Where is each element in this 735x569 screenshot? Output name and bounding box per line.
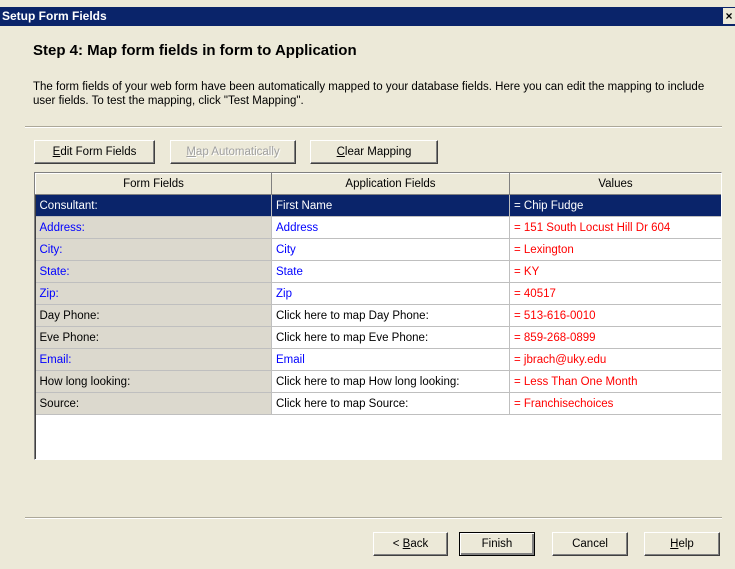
back-button[interactable]: < Back <box>373 532 448 556</box>
column-header-values[interactable]: Values <box>509 173 721 195</box>
help-button[interactable]: Help <box>644 532 720 556</box>
table-row[interactable]: City: City = Lexington <box>35 238 721 261</box>
application-field-cell[interactable]: State <box>271 260 510 283</box>
table-row[interactable]: Email: Email = jbrach@uky.edu <box>35 348 721 371</box>
application-field-cell[interactable]: Click here to map Day Phone: <box>271 304 510 327</box>
application-field-cell[interactable]: Email <box>271 348 510 371</box>
value-cell: = KY <box>509 260 721 283</box>
form-field-cell: Consultant: <box>35 194 272 217</box>
window-title: Setup Form Fields <box>2 9 107 23</box>
table-row[interactable]: Zip: Zip = 40517 <box>35 282 721 305</box>
form-field-cell: Zip: <box>35 282 272 305</box>
table-row[interactable]: Day Phone: Click here to map Day Phone: = … <box>35 304 721 327</box>
value-cell: = Chip Fudge <box>509 194 721 217</box>
application-field-cell[interactable]: Address <box>271 216 510 239</box>
cancel-button[interactable]: Cancel <box>552 532 628 556</box>
setup-form-fields-dialog: Setup Form Fields × Step 4: Map form fie… <box>0 0 735 569</box>
value-cell: = 40517 <box>509 282 721 305</box>
table-row[interactable]: Consultant: First Name = Chip Fudge <box>35 194 721 217</box>
close-icon[interactable]: × <box>723 8 735 24</box>
table-row[interactable]: Source: Click here to map Source: = Franch… <box>35 392 721 415</box>
form-field-cell: How long looking: <box>35 370 272 393</box>
form-field-cell: Eve Phone: <box>35 326 272 349</box>
top-divider <box>25 126 722 128</box>
application-field-cell[interactable]: First Name <box>271 194 510 217</box>
title-bar[interactable]: Setup Form Fields × <box>0 7 735 26</box>
column-header-application-fields[interactable]: Application Fields <box>271 173 510 195</box>
application-field-cell[interactable]: Click here to map Eve Phone: <box>271 326 510 349</box>
application-field-cell[interactable]: City <box>271 238 510 261</box>
application-field-cell[interactable]: Zip <box>271 282 510 305</box>
form-field-cell: State: <box>35 260 272 283</box>
form-field-cell: Source: <box>35 392 272 415</box>
table-row[interactable]: How long looking: Click here to map How l… <box>35 370 721 393</box>
application-field-cell[interactable]: Click here to map Source: <box>271 392 510 415</box>
value-cell: = 151 South Locust Hill Dr 604 <box>509 216 721 239</box>
form-field-cell: Email: <box>35 348 272 371</box>
bottom-divider <box>25 517 722 519</box>
clear-mapping-button[interactable]: Clear Mapping <box>310 140 438 164</box>
step-title: Step 4: Map form fields in form to Appli… <box>33 42 357 59</box>
field-mapping-grid[interactable]: Form Fields Application Fields Values Co… <box>34 172 722 460</box>
table-row[interactable]: State: State = KY <box>35 260 721 283</box>
value-cell: = Lexington <box>509 238 721 261</box>
column-header-form-fields[interactable]: Form Fields <box>35 173 272 195</box>
form-field-cell: City: <box>35 238 272 261</box>
value-cell: = Less Than One Month <box>509 370 721 393</box>
table-row[interactable]: Address: Address = 151 South Locust Hill D… <box>35 216 721 239</box>
finish-button[interactable]: Finish <box>459 532 535 556</box>
form-field-cell: Address: <box>35 216 272 239</box>
application-field-cell[interactable]: Click here to map How long looking: <box>271 370 510 393</box>
table-row[interactable]: Eve Phone: Click here to map Eve Phone: = … <box>35 326 721 349</box>
value-cell: = 513-616-0010 <box>509 304 721 327</box>
edit-form-fields-button[interactable]: Edit Form Fields <box>34 140 155 164</box>
form-field-cell: Day Phone: <box>35 304 272 327</box>
step-description: The form fields of your web form have be… <box>33 81 705 107</box>
value-cell: = 859-268-0899 <box>509 326 721 349</box>
map-automatically-button[interactable]: Map Automatically <box>170 140 296 164</box>
value-cell: = jbrach@uky.edu <box>509 348 721 371</box>
value-cell: = Franchisechoices <box>509 392 721 415</box>
